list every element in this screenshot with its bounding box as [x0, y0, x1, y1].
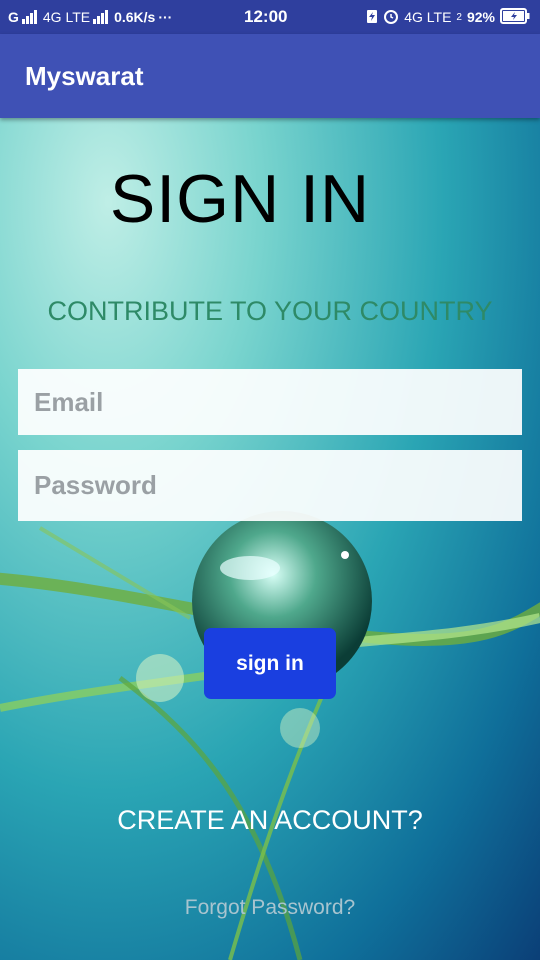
network-label: 4G LTE [42, 9, 91, 25]
create-account-link[interactable]: CREATE AN ACCOUNT? [0, 805, 540, 836]
more-notifications-icon: ··· [158, 9, 173, 25]
clock: 12:00 [244, 7, 288, 26]
alarm-icon [383, 8, 399, 27]
sign-in-button[interactable]: sign in [204, 628, 336, 699]
charging-icon [366, 8, 378, 27]
tagline: CONTRIBUTE TO YOUR COUNTRY [47, 296, 493, 326]
app-title: Myswarat [25, 60, 144, 91]
status-bar: G 4G LTE 0.6K/s ··· 12:00 4G LTE 2 92% [0, 0, 540, 34]
signal-icon [93, 10, 109, 24]
battery-icon [500, 7, 530, 27]
status-right: 4G LTE 2 92% [366, 0, 530, 34]
status-left: G 4G LTE 0.6K/s ··· [8, 9, 172, 25]
email-field[interactable] [18, 369, 522, 435]
network2-label: 4G LTE [404, 9, 452, 25]
battery-percent: 92% [466, 9, 495, 25]
forgot-password-link[interactable]: Forgot Password? [0, 896, 540, 920]
sim-index: 2 [456, 11, 462, 23]
network-speed: 0.6K/s [114, 9, 156, 25]
signal-icon [21, 10, 37, 24]
app-bar: Myswarat [0, 34, 540, 118]
password-field[interactable] [18, 450, 522, 521]
carrier-label: G [8, 9, 19, 25]
page-title: SIGN IN [109, 161, 371, 237]
